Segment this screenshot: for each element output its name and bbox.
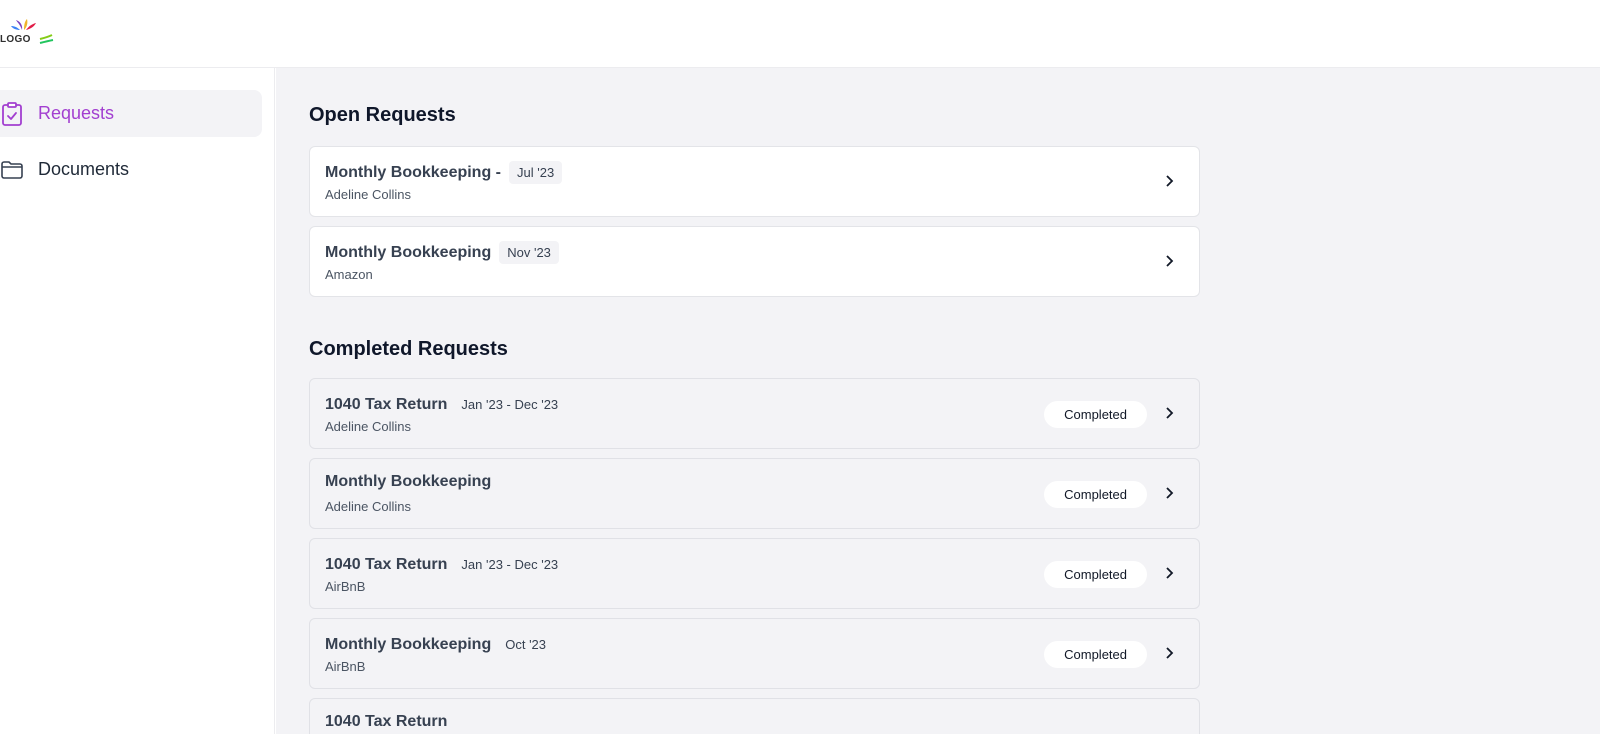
status-badge: Completed	[1044, 481, 1147, 508]
client-name: Adeline Collins	[325, 187, 411, 202]
request-card[interactable]: Monthly Bookkeeping Nov '23 Amazon	[309, 226, 1200, 297]
client-name: Amazon	[325, 267, 373, 282]
top-bar: LOGO	[0, 0, 1600, 68]
client-name: AirBnB	[325, 579, 366, 594]
chevron-right-icon[interactable]	[1159, 481, 1179, 505]
request-title: 1040 Tax Return	[325, 395, 448, 413]
open-requests-title: Open Requests	[309, 104, 456, 126]
sidebar-item-requests[interactable]: Requests	[0, 90, 262, 137]
request-title: Monthly Bookkeeping	[325, 635, 492, 653]
chevron-right-icon[interactable]	[1159, 561, 1179, 585]
sidebar-item-label: Requests	[38, 103, 115, 123]
client-name: AirBnB	[325, 659, 366, 674]
main-content: Open Requests Monthly Bookkeeping - Jul …	[276, 68, 1600, 734]
period-badge: Jan '23 - Dec '23	[461, 557, 559, 572]
logo[interactable]: LOGO	[0, 18, 60, 50]
request-title: Monthly Bookkeeping	[325, 243, 492, 261]
completed-requests-title: Completed Requests	[309, 338, 508, 360]
request-card[interactable]: 1040 Tax Return	[309, 698, 1200, 734]
period-badge: Jan '23 - Dec '23	[461, 397, 559, 412]
folder-icon	[0, 158, 24, 182]
chevron-right-icon[interactable]	[1159, 169, 1179, 193]
request-title: Monthly Bookkeeping	[325, 473, 492, 490]
chevron-right-icon[interactable]	[1159, 401, 1179, 425]
period-badge: Nov '23	[499, 241, 559, 264]
logo-text: LOGO	[0, 34, 31, 45]
request-card[interactable]: 1040 Tax Return Jan '23 - Dec '23 Adelin…	[309, 378, 1200, 449]
request-title: 1040 Tax Return	[325, 555, 448, 573]
chevron-right-icon[interactable]	[1159, 249, 1179, 273]
sidebar-item-documents[interactable]: Documents	[0, 146, 262, 193]
client-name: Adeline Collins	[325, 419, 411, 434]
sidebar: Requests Documents	[0, 68, 275, 734]
status-badge: Completed	[1044, 641, 1147, 668]
sidebar-item-label: Documents	[38, 159, 130, 179]
status-badge: Completed	[1044, 561, 1147, 588]
request-card[interactable]: Monthly Bookkeeping Adeline Collins Comp…	[309, 458, 1200, 529]
request-card[interactable]: 1040 Tax Return Jan '23 - Dec '23 AirBnB…	[309, 538, 1200, 609]
request-card[interactable]: Monthly Bookkeeping Oct '23 AirBnB Compl…	[309, 618, 1200, 689]
chevron-right-icon[interactable]	[1159, 641, 1179, 665]
request-title: Monthly Bookkeeping -	[325, 163, 501, 181]
period-badge: Jul '23	[509, 161, 563, 184]
client-name: Adeline Collins	[325, 499, 411, 514]
status-badge: Completed	[1044, 401, 1147, 428]
clipboard-check-icon	[0, 101, 24, 126]
request-title: 1040 Tax Return	[325, 713, 448, 730]
request-card[interactable]: Monthly Bookkeeping - Jul '23 Adeline Co…	[309, 146, 1200, 217]
period-badge: Oct '23	[505, 637, 547, 652]
